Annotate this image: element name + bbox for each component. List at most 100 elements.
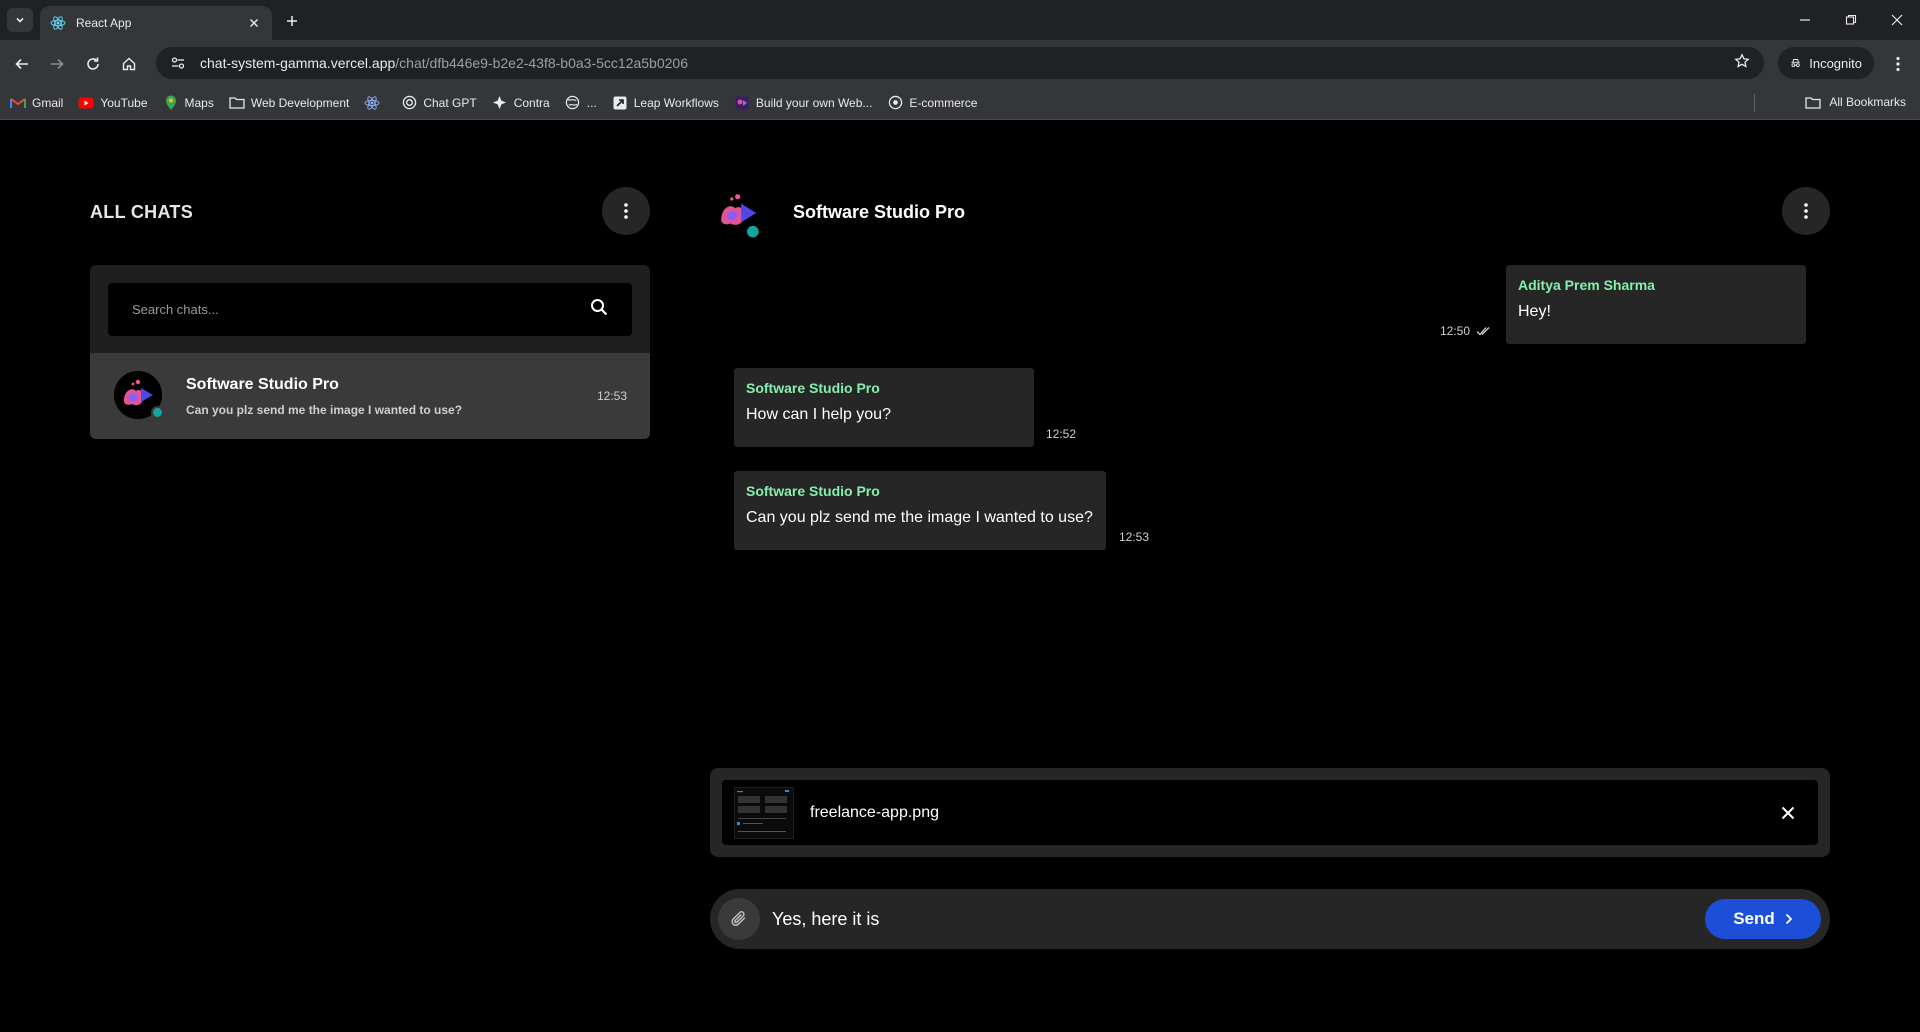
- bookmark-web-development[interactable]: Web Development: [229, 95, 349, 111]
- chat-list-item[interactable]: Software Studio Pro Can you plz send me …: [90, 353, 650, 439]
- url-host: chat-system-gamma.vercel.app: [200, 55, 396, 71]
- minimize-icon: [1800, 19, 1810, 21]
- tab-search-button[interactable]: [7, 8, 33, 32]
- home-icon: [122, 57, 136, 71]
- folder-icon: [1805, 96, 1821, 109]
- browser-toolbar: chat-system-gamma.vercel.app/chat/dfb446…: [0, 40, 1920, 86]
- bookmark-leap-workflows[interactable]: Leap Workflows: [612, 95, 719, 111]
- site-settings-icon[interactable]: [170, 54, 188, 72]
- bookmark-chat-gpt[interactable]: Chat GPT: [401, 95, 477, 111]
- message-time-text: 12:50: [1440, 324, 1471, 338]
- folder-icon: [229, 95, 245, 111]
- bookmark-youtube[interactable]: YouTube: [78, 95, 148, 111]
- bookmark-contra[interactable]: Contra: [492, 95, 550, 111]
- globe-icon: [565, 95, 581, 111]
- send-button[interactable]: Send: [1705, 899, 1821, 939]
- chat-preview: Can you plz send me the image I wanted t…: [186, 403, 463, 417]
- chat-app: ALL CHATS Software Studio P: [0, 121, 1920, 1032]
- message-composer: Send: [710, 889, 1830, 949]
- url-path: /chat/dfb446e9-b2e2-43f8-b0a3-5cc12a5b02…: [395, 55, 688, 71]
- browser-tab-active[interactable]: React App: [40, 6, 272, 40]
- bookmark-maps[interactable]: Maps: [163, 95, 214, 111]
- chat-time: 12:53: [596, 389, 627, 403]
- browser-menu-button[interactable]: [1888, 52, 1908, 76]
- ecommerce-icon: [887, 95, 903, 111]
- conversation-title: Software Studio Pro: [793, 202, 966, 222]
- paperclip-icon: [731, 911, 746, 926]
- incognito-badge[interactable]: Incognito: [1778, 47, 1874, 79]
- bookmark-label: Gmail: [32, 95, 64, 110]
- restore-button[interactable]: [1836, 8, 1866, 32]
- message-sender: Software Studio Pro: [746, 483, 880, 499]
- message-sender: Software Studio Pro: [746, 380, 880, 396]
- bookmark-label: Leap Workflows: [633, 95, 719, 110]
- back-button[interactable]: [9, 51, 35, 77]
- restore-icon: [1845, 14, 1857, 25]
- conversation-menu-button[interactable]: [1782, 187, 1830, 235]
- all-bookmarks-label: All Bookmarks: [1829, 95, 1906, 109]
- message-bubble-outgoing: Aditya Prem Sharma Hey!: [1506, 265, 1806, 344]
- reload-button[interactable]: [80, 51, 106, 77]
- close-icon: [1891, 14, 1903, 26]
- bookmark-label: ...: [586, 95, 597, 110]
- attachment-thumbnail[interactable]: [734, 786, 794, 839]
- new-tab-button[interactable]: [281, 10, 303, 32]
- send-label: Send: [1733, 909, 1775, 928]
- forward-button[interactable]: [44, 51, 70, 77]
- message-input[interactable]: [772, 899, 1652, 939]
- conversation-avatar: [712, 185, 768, 241]
- leap-icon: [612, 95, 628, 111]
- home-button[interactable]: [116, 51, 142, 77]
- incognito-icon: [1791, 59, 1800, 67]
- bookmark-label: Build your own Web...: [755, 95, 873, 110]
- gmail-icon: [10, 95, 26, 111]
- avatar: [114, 371, 164, 419]
- message-text: How can I help you?: [746, 406, 891, 423]
- url-text: chat-system-gamma.vercel.app/chat/dfb446…: [200, 55, 1734, 71]
- tab-close-icon[interactable]: [246, 15, 262, 31]
- chevron-right-icon: [1785, 913, 1793, 925]
- browser-tabstrip: React App: [0, 0, 1920, 40]
- remove-attachment-button[interactable]: [1774, 799, 1802, 827]
- minimize-button[interactable]: [1790, 8, 1820, 32]
- contra-icon: [492, 95, 508, 111]
- attachment-preview-panel: freelance-app.png: [710, 768, 1830, 857]
- maps-icon: [163, 95, 179, 111]
- bookmarks-separator: [1754, 94, 1755, 112]
- attachment-filename: freelance-app.png: [810, 803, 939, 821]
- plus-icon: [287, 16, 297, 26]
- message-time: 12:52: [1046, 427, 1076, 441]
- build-icon: [734, 95, 750, 111]
- bookmark-label: E-commerce: [909, 95, 978, 110]
- all-bookmarks-button[interactable]: All Bookmarks: [1805, 95, 1906, 109]
- close-window-button[interactable]: [1882, 8, 1912, 32]
- youtube-icon: [78, 95, 94, 111]
- bookmark-star-icon[interactable]: [1734, 52, 1750, 74]
- search-icon[interactable]: [590, 298, 608, 321]
- search-input[interactable]: [132, 302, 590, 317]
- sidebar-title: ALL CHATS: [90, 202, 194, 222]
- message-text: Can you plz send me the image I wanted t…: [746, 509, 1093, 526]
- studio-logo-icon: [721, 194, 759, 238]
- message-sender: Aditya Prem Sharma: [1518, 277, 1655, 293]
- bookmark-globe[interactable]: ...: [565, 95, 597, 111]
- attachment-card: freelance-app.png: [722, 780, 1818, 845]
- more-vertical-icon: [1804, 203, 1808, 219]
- address-bar[interactable]: chat-system-gamma.vercel.app/chat/dfb446…: [156, 47, 1764, 79]
- sidebar-menu-button[interactable]: [602, 187, 650, 235]
- bookmark-label: Maps: [184, 95, 214, 110]
- bookmark-build-your-own[interactable]: Build your own Web...: [734, 95, 873, 111]
- attach-file-button[interactable]: [718, 898, 760, 940]
- bookmarks-bar: Gmail YouTube Maps Web Development Chat …: [0, 86, 1920, 120]
- reload-icon: [87, 57, 99, 70]
- search-box: [108, 283, 632, 336]
- bookmark-gmail[interactable]: Gmail: [10, 95, 63, 111]
- tab-title: React App: [76, 16, 132, 30]
- more-vertical-icon: [1896, 56, 1900, 72]
- bookmark-react[interactable]: [364, 95, 386, 111]
- bookmark-ecommerce[interactable]: E-commerce: [887, 95, 977, 111]
- message-time-text: 12:53: [1119, 530, 1150, 544]
- chat-list-panel: Software Studio Pro Can you plz send me …: [90, 265, 650, 439]
- arrow-left-icon: [15, 58, 28, 70]
- bookmark-label: Chat GPT: [423, 95, 477, 110]
